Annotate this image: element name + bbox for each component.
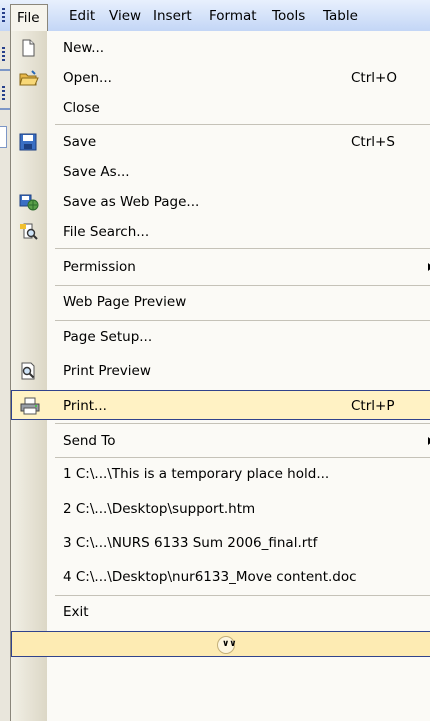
menu-separator [55,457,430,458]
menu-item-label: Open... [63,70,112,86]
menu-item-recent-file-4[interactable]: 4 C:\...\Desktop\nur6133_Move content.do… [11,562,430,592]
menu-item-print-preview[interactable]: Print Preview [11,356,430,386]
menu-item-label: Permission [63,259,136,275]
menu-item-recent-file-2[interactable]: 2 C:\...\Desktop\support.htm [11,494,430,524]
menu-tools[interactable]: Tools [272,6,305,26]
menu-item-file-search[interactable]: File Search... [11,217,430,247]
menu-item-web-page-preview[interactable]: Web Page Preview [11,287,430,317]
menu-item-label: Close [63,100,100,116]
menu-edit[interactable]: Edit [69,6,95,26]
file-search-icon [19,223,38,241]
menu-item-open[interactable]: Open... Ctrl+O [11,63,430,93]
menu-item-label: Save As... [63,164,130,180]
menu-item-label: File Search... [63,224,150,240]
menu-item-label: 2 C:\...\Desktop\support.htm [63,501,256,517]
menu-separator [55,248,430,249]
menu-view[interactable]: View [109,6,141,26]
menu-item-label: Save as Web Page... [63,194,200,210]
menu-separator [55,285,430,286]
menu-separator [55,320,430,321]
save-web-page-icon [19,193,39,211]
shortcut-text: Ctrl+P [351,398,395,414]
menu-item-label: 1 C:\...\This is a temporary place hold.… [63,466,330,482]
menu-item-label: Print... [63,398,107,414]
menu-item-label: Page Setup... [63,329,153,345]
toolbar-grip[interactable] [2,8,5,24]
menu-item-save[interactable]: Save Ctrl+S [11,127,430,157]
menu-item-label: 3 C:\...\NURS 6133 Sum 2006_final.rtf [63,535,318,551]
open-folder-icon [19,69,39,87]
menu-separator [55,595,430,596]
double-chevron-down-icon: ∨∨ [222,639,237,649]
menu-bar: File Edit View Insert Format Tools Table [0,0,430,32]
menu-separator [55,423,430,424]
menu-item-save-as-web-page[interactable]: Save as Web Page... [11,187,430,217]
toolbar-strip [0,31,10,721]
menu-item-label: Web Page Preview [63,294,187,310]
toolbar-grip-2[interactable] [2,86,5,102]
shortcut-text: Ctrl+S [351,134,395,150]
menu-separator [55,124,430,125]
menu-table[interactable]: Table [323,6,358,26]
menu-item-print[interactable]: Print... Ctrl+P [11,390,430,420]
menu-item-send-to[interactable]: Send To [11,426,430,456]
expand-menu-row[interactable]: ∨∨ [11,631,430,657]
menu-item-save-as[interactable]: Save As... [11,157,430,187]
save-disk-icon [19,133,37,151]
print-preview-icon [19,362,37,380]
menu-format[interactable]: Format [209,6,257,26]
menu-item-label: Print Preview [63,363,151,379]
printer-icon [20,397,40,415]
menu-item-exit[interactable]: Exit [11,597,430,627]
ruler-edge [0,126,7,148]
menu-item-recent-file-1[interactable]: 1 C:\...\This is a temporary place hold.… [11,459,430,489]
expand-menu-button[interactable]: ∨∨ [217,636,237,654]
toolbar-grip-1[interactable] [2,47,5,63]
menu-item-close[interactable]: Close [11,93,430,123]
menu-item-label: Save [63,134,97,150]
menu-item-new[interactable]: New... [11,33,430,63]
menu-item-recent-file-3[interactable]: 3 C:\...\NURS 6133 Sum 2006_final.rtf [11,528,430,558]
menu-file[interactable]: File [10,4,48,32]
file-menu-dropdown: New... Open... Ctrl+O Close Save Ctrl+S … [10,31,430,721]
menu-item-label: 4 C:\...\Desktop\nur6133_Move content.do… [63,569,357,585]
toolbar-divider [0,69,10,71]
menu-insert[interactable]: Insert [153,6,192,26]
toolbar-divider [0,108,10,110]
menu-item-label: Send To [63,433,116,449]
menu-file-label: File [17,10,40,26]
new-document-icon [19,39,37,57]
menu-item-permission[interactable]: Permission [11,252,430,282]
menu-item-label: Exit [63,604,89,620]
shortcut-text: Ctrl+O [351,70,397,86]
menu-item-page-setup[interactable]: Page Setup... [11,322,430,352]
menu-item-label: New... [63,40,105,56]
